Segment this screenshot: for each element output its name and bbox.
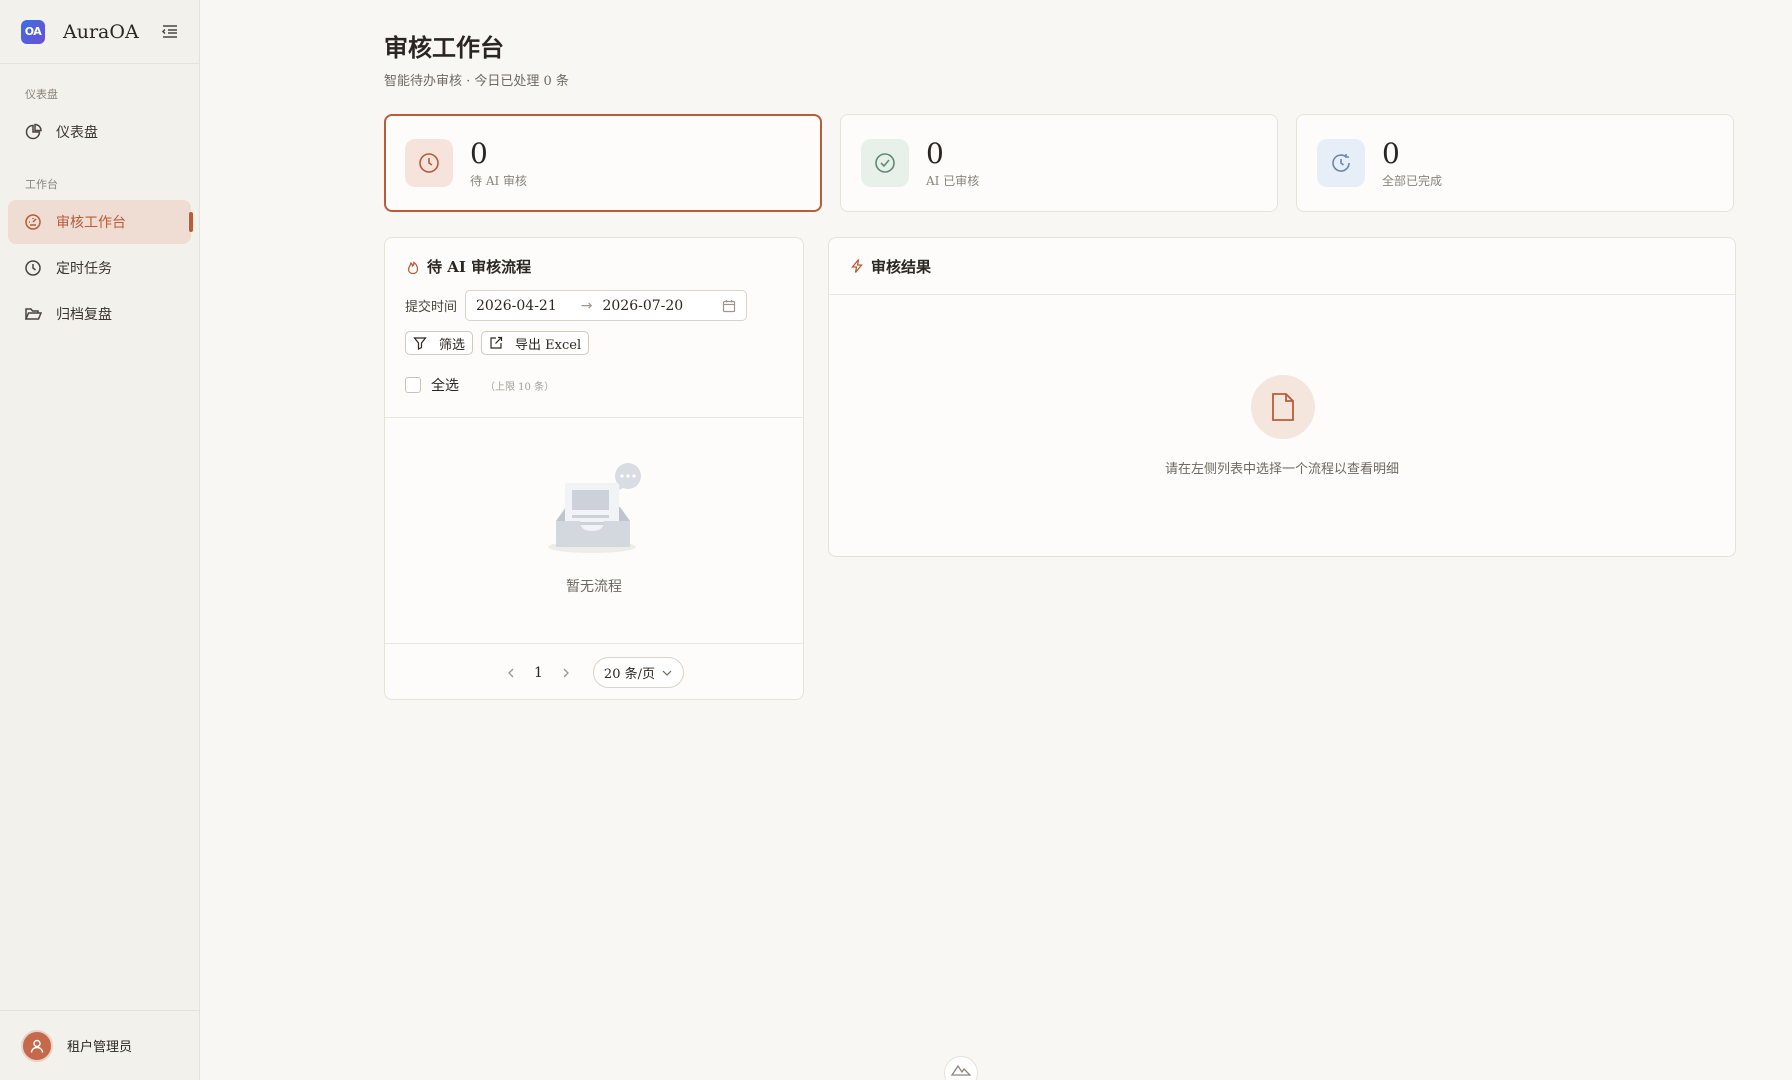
sidebar-item-archive-review[interactable]: 归档复盘 bbox=[8, 292, 191, 336]
date-filter-row: 提交时间 2026-04-21 → 2026-07-20 bbox=[405, 290, 748, 321]
page-size-select[interactable]: 20 条/页 bbox=[592, 657, 684, 688]
filter-button[interactable]: 筛选 bbox=[405, 331, 474, 355]
select-all-row: 全选 （上限 10 条） bbox=[405, 375, 554, 395]
folder-open-icon bbox=[24, 305, 42, 323]
stat-label: 全部已完成 bbox=[1382, 173, 1443, 188]
user-name: 租户管理员 bbox=[67, 1040, 133, 1055]
app-logo[interactable]: OA bbox=[21, 19, 45, 44]
avatar[interactable] bbox=[21, 1029, 53, 1062]
brand: OA AuraOA bbox=[0, 0, 199, 64]
page-size-value: 20 条/页 bbox=[603, 667, 655, 682]
dashboard-gauge-icon bbox=[24, 213, 42, 231]
empty-list-text: 暂无流程 bbox=[566, 579, 622, 595]
stat-value: 0 bbox=[470, 136, 488, 170]
date-start-input[interactable]: 2026-04-21 bbox=[476, 298, 557, 314]
stat-value: 0 bbox=[1382, 136, 1400, 170]
date-end-input[interactable]: 2026-07-20 bbox=[602, 298, 683, 314]
export-icon bbox=[489, 336, 503, 350]
result-empty-text: 请在左侧列表中选择一个流程以查看明细 bbox=[1164, 462, 1399, 477]
collapse-sidebar-icon[interactable] bbox=[161, 21, 179, 41]
main-content: 审核工作台 智能待办审核 · 今日已处理 0 条 0 待 AI 审核 0 AI … bbox=[200, 0, 1792, 1080]
pending-process-panel: 待 AI 审核流程 提交时间 2026-04-21 → 2026-07-20 筛… bbox=[384, 237, 804, 700]
action-button-row: 筛选 导出 Excel bbox=[405, 331, 597, 355]
export-button-label: 导出 Excel bbox=[515, 337, 582, 353]
page-subtitle: 智能待办审核 · 今日已处理 0 条 bbox=[384, 74, 569, 89]
export-excel-button[interactable]: 导出 Excel bbox=[481, 331, 590, 355]
page-title: 审核工作台 bbox=[384, 33, 504, 62]
sidebar-item-review-workbench[interactable]: 审核工作台 bbox=[8, 200, 193, 244]
app-name: AuraOA bbox=[63, 20, 139, 43]
filter-icon bbox=[413, 336, 427, 350]
chevron-down-icon bbox=[661, 667, 673, 679]
empty-inbox-illustration bbox=[548, 463, 642, 555]
prev-page-icon[interactable] bbox=[504, 666, 518, 680]
nav-group-title-dashboard: 仪表盘 bbox=[25, 88, 58, 101]
history-icon bbox=[1317, 139, 1365, 187]
stat-card-pending[interactable]: 0 待 AI 审核 bbox=[384, 114, 822, 212]
sidebar-item-label: 审核工作台 bbox=[56, 215, 126, 231]
panel-title-text: 审核结果 bbox=[871, 257, 932, 276]
user-profile[interactable]: 租户管理员 bbox=[0, 1010, 199, 1080]
sidebar-item-label: 定时任务 bbox=[56, 261, 112, 277]
pie-chart-icon bbox=[24, 123, 42, 141]
next-page-icon[interactable] bbox=[559, 666, 573, 680]
document-icon bbox=[1251, 375, 1315, 439]
pagination: 1 20 条/页 bbox=[385, 657, 803, 688]
sidebar-item-dashboard[interactable]: 仪表盘 bbox=[8, 110, 191, 154]
current-page-number[interactable]: 1 bbox=[534, 665, 543, 681]
flame-icon bbox=[405, 259, 421, 275]
check-circle-icon bbox=[861, 139, 909, 187]
sidebar-item-label: 仪表盘 bbox=[56, 125, 98, 141]
date-range-separator: → bbox=[580, 297, 593, 314]
stat-label: 待 AI 审核 bbox=[470, 173, 528, 188]
divider bbox=[385, 417, 803, 418]
panel-title: 审核结果 bbox=[849, 256, 931, 277]
sidebar: OA AuraOA 仪表盘 仪表盘 工作台 审核工作台 定时任务 归档复盘 租户… bbox=[0, 0, 200, 1080]
review-result-panel: 审核结果 请在左侧列表中选择一个流程以查看明细 bbox=[828, 237, 1736, 557]
date-range-picker[interactable]: 2026-04-21 → 2026-07-20 bbox=[465, 290, 748, 321]
stat-value: 0 bbox=[926, 136, 944, 170]
select-all-label[interactable]: 全选 bbox=[431, 375, 459, 395]
divider bbox=[385, 643, 803, 644]
sidebar-item-label: 归档复盘 bbox=[56, 307, 112, 323]
select-all-checkbox[interactable] bbox=[405, 377, 421, 393]
panel-header: 审核结果 bbox=[829, 238, 1735, 295]
panel-title: 待 AI 审核流程 bbox=[405, 256, 531, 277]
stat-card-reviewed[interactable]: 0 AI 已审核 bbox=[840, 114, 1278, 212]
mountain-logo-icon bbox=[951, 1064, 971, 1076]
floating-assistant-button[interactable] bbox=[944, 1056, 978, 1080]
clock-icon bbox=[24, 259, 42, 277]
sidebar-item-scheduled-tasks[interactable]: 定时任务 bbox=[8, 246, 191, 290]
stat-card-completed[interactable]: 0 全部已完成 bbox=[1296, 114, 1734, 212]
date-filter-label: 提交时间 bbox=[405, 300, 458, 315]
calendar-icon[interactable] bbox=[722, 299, 736, 313]
lightning-icon bbox=[849, 258, 865, 274]
select-limit-note: （上限 10 条） bbox=[485, 381, 555, 393]
filter-button-label: 筛选 bbox=[439, 337, 466, 353]
stat-label: AI 已审核 bbox=[926, 173, 980, 188]
nav-group-title-workbench: 工作台 bbox=[25, 178, 58, 191]
panel-title-text: 待 AI 审核流程 bbox=[427, 258, 532, 276]
clock-icon bbox=[405, 139, 453, 187]
user-icon bbox=[30, 1039, 44, 1053]
